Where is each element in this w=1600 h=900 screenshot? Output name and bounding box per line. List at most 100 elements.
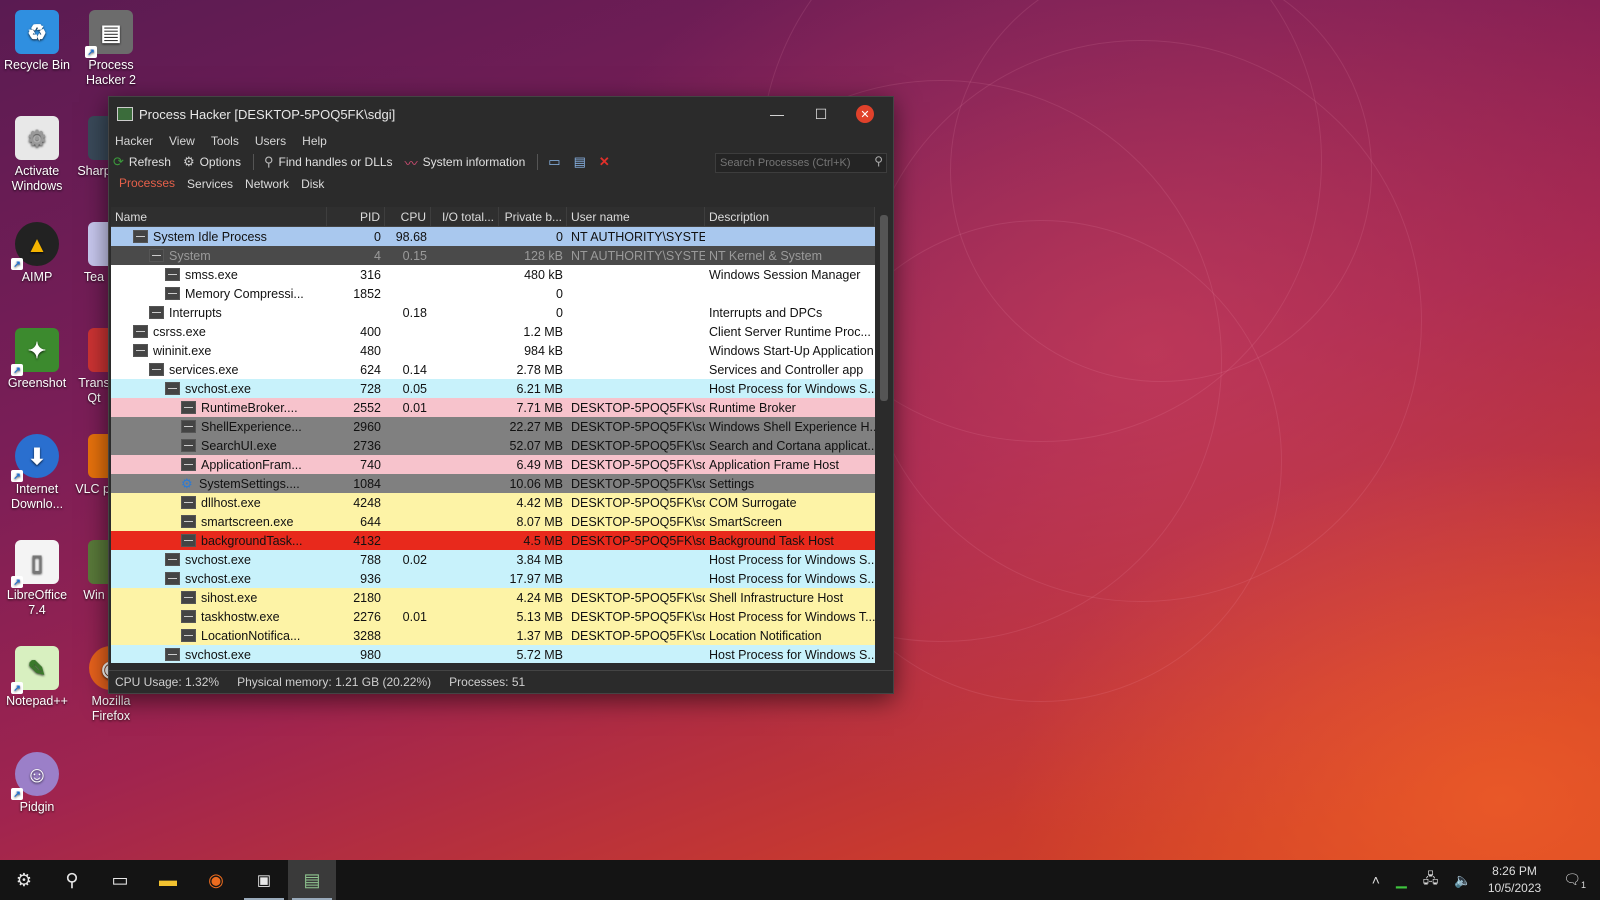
table-row[interactable]: ShellExperience... 2960 22.27 MB DESKTOP-5P… xyxy=(111,417,875,436)
desktop-icon-libreoffice[interactable]: ▯ ↗ LibreOffice 7.4 xyxy=(0,540,74,618)
table-row[interactable]: svchost.exe 980 5.72 MB Host Process for Wi… xyxy=(111,645,875,663)
minimize-button[interactable]: — xyxy=(755,101,799,127)
close-button[interactable]: ✕ xyxy=(843,101,887,127)
table-row[interactable]: backgroundTask... 4132 4.5 MB DESKTOP-5POQ5… xyxy=(111,531,875,550)
process-icon xyxy=(181,515,196,528)
column-description[interactable]: Description xyxy=(705,207,875,226)
cell-name: dllhost.exe xyxy=(111,496,327,510)
find-handles-button[interactable]: ⚲ Find handles or DLLs xyxy=(264,154,393,170)
cell-private-bytes: 128 kB xyxy=(524,248,563,263)
desktop-icon-pidgin[interactable]: ☺ ↗ Pidgin xyxy=(0,752,74,815)
tab-disk[interactable]: Disk xyxy=(295,175,330,195)
cell-pid: 788 xyxy=(360,552,381,567)
cell-cpu: 98.68 xyxy=(395,229,427,244)
process-icon xyxy=(181,610,196,623)
options-button[interactable]: ⚙ Options xyxy=(183,154,241,170)
table-row[interactable]: svchost.exe 936 17.97 MB Host Process for W… xyxy=(111,569,875,588)
clock-date: 10/5/2023 xyxy=(1487,881,1542,895)
taskbar-firefox[interactable]: ◉ xyxy=(192,860,240,900)
desktop-icon-notepadpp[interactable]: ✎ ↗ Notepad++ xyxy=(0,646,74,709)
tab-processes[interactable]: Processes xyxy=(113,174,182,195)
title-bar[interactable]: Process Hacker [DESKTOP-5POQ5FK\sdgi] — … xyxy=(109,97,893,131)
column-private-bytes[interactable]: Private b... xyxy=(499,207,567,226)
table-row[interactable]: Interrupts 0.18 0 Interrupts and DPCs xyxy=(111,303,875,322)
cpu-graph-icon[interactable]: ▁ xyxy=(1396,872,1407,889)
table-row[interactable]: svchost.exe 728 0.05 6.21 MB Host Process fo… xyxy=(111,379,875,398)
search-icon[interactable]: ⚲ xyxy=(874,154,883,168)
task-view-icon: ▭ xyxy=(111,869,129,890)
desktop-icon-process-hacker[interactable]: ▤ ↗ Process Hacker 2 xyxy=(74,10,148,88)
vertical-scrollbar[interactable] xyxy=(877,207,891,663)
menu-help[interactable]: Help xyxy=(302,134,327,148)
process-name: System Idle Process xyxy=(153,229,267,244)
menu-hacker[interactable]: Hacker xyxy=(115,134,153,148)
table-row[interactable]: smartscreen.exe 644 8.07 MB DESKTOP-5POQ5FK… xyxy=(111,512,875,531)
table-row[interactable]: sihost.exe 2180 4.24 MB DESKTOP-5POQ5FK\sd S… xyxy=(111,588,875,607)
desktop-icon-activate[interactable]: ⚙ Activate Windows xyxy=(0,116,74,194)
process-name: smartscreen.exe xyxy=(201,514,294,529)
table-row[interactable]: SearchUI.exe 2736 52.07 MB DESKTOP-5POQ5FK\… xyxy=(111,436,875,455)
start-button[interactable]: ⚙ xyxy=(0,860,48,900)
table-row[interactable]: svchost.exe 788 0.02 3.84 MB Host Process fo… xyxy=(111,550,875,569)
volume-muted-icon[interactable]: 🔈 xyxy=(1454,872,1471,889)
menu-users[interactable]: Users xyxy=(255,134,286,148)
refresh-button[interactable]: ⟳ Refresh xyxy=(113,154,171,170)
search-input[interactable] xyxy=(716,154,864,172)
table-row[interactable]: smss.exe 316 480 kB Windows Session Manager xyxy=(111,265,875,284)
table-row[interactable]: services.exe 624 0.14 2.78 MB Services and C… xyxy=(111,360,875,379)
menu-view[interactable]: View xyxy=(169,134,195,148)
process-icon xyxy=(165,382,180,395)
cell-private-bytes: 17.97 MB xyxy=(509,571,563,586)
table-row[interactable]: System Idle Process 0 98.68 0 NT AUTHORITY\S… xyxy=(111,227,875,246)
process-name: System xyxy=(169,248,211,263)
taskbar-process-hacker[interactable]: ▤ xyxy=(288,860,336,900)
column-user-name[interactable]: User name xyxy=(567,207,705,226)
desktop-icon-recycle-bin[interactable]: ♻ Recycle Bin xyxy=(0,10,74,73)
chevron-up-icon[interactable]: ˄ xyxy=(1372,872,1380,888)
table-row[interactable]: ⚙ SystemSettings.... 1084 10.06 MB DESKTOP-5… xyxy=(111,474,875,493)
system-information-button[interactable]: 〰 System information xyxy=(405,153,526,172)
table-row[interactable]: LocationNotifica... 3288 1.37 MB DESKTOP-5P… xyxy=(111,626,875,645)
cell-pid: 644 xyxy=(360,514,381,529)
column-cpu[interactable]: CPU xyxy=(385,207,431,226)
process-icon xyxy=(181,439,196,452)
column-pid[interactable]: PID xyxy=(327,207,385,226)
desktop-icon-greenshot[interactable]: ✦ ↗ Greenshot xyxy=(0,328,74,391)
taskbar-file-explorer[interactable]: ▬ xyxy=(144,860,192,900)
tab-network[interactable]: Network xyxy=(239,175,295,195)
cell-private-bytes: 0 xyxy=(556,286,563,301)
column-name[interactable]: Name xyxy=(111,207,327,226)
table-row[interactable]: ApplicationFram... 740 6.49 MB DESKTOP-5POQ… xyxy=(111,455,875,474)
table-row[interactable]: wininit.exe 480 984 kB Windows Start-Up App… xyxy=(111,341,875,360)
cell-user: DESKTOP-5POQ5FK\sd xyxy=(571,495,705,510)
desktop-icon-aimp[interactable]: ▲ ↗ AIMP xyxy=(0,222,74,285)
network-icon[interactable]: 🖧 xyxy=(1423,868,1439,892)
window-button[interactable]: ▭ xyxy=(548,154,565,170)
process-name: smss.exe xyxy=(185,267,238,282)
notification-icon[interactable]: 🗨1 xyxy=(1563,871,1586,890)
maximize-button[interactable]: ☐ xyxy=(799,101,843,127)
desktop-icon-idm[interactable]: ⬇ ↗ Internet Downlo... xyxy=(0,434,74,512)
tab-services[interactable]: Services xyxy=(181,175,239,195)
column-io-total[interactable]: I/O total... xyxy=(431,207,499,226)
table-row[interactable]: taskhostw.exe 2276 0.01 5.13 MB DESKTOP-5POQ… xyxy=(111,607,875,626)
clock[interactable]: 8:26 PM 10/5/2023 xyxy=(1488,863,1541,897)
table-row[interactable]: Memory Compressi... 1852 0 xyxy=(111,284,875,303)
task-view-button[interactable]: ▭ xyxy=(96,860,144,900)
menu-tools[interactable]: Tools xyxy=(211,134,239,148)
terminate-button[interactable]: ✕ xyxy=(599,154,615,170)
scrollbar-thumb[interactable] xyxy=(880,215,888,401)
table-row[interactable]: csrss.exe 400 1.2 MB Client Server Runtime … xyxy=(111,322,875,341)
table-row[interactable]: RuntimeBroker.... 2552 0.01 7.71 MB DESKTOP-… xyxy=(111,398,875,417)
cell-private-bytes: 4.5 MB xyxy=(523,533,563,548)
properties-button[interactable]: ▤ xyxy=(574,154,591,170)
table-row[interactable]: System 4 0.15 128 kB NT AUTHORITY\SYSTEM NT K… xyxy=(111,246,875,265)
cell-cpu: 0.15 xyxy=(402,248,427,263)
search-button[interactable]: ⚲ xyxy=(48,860,96,900)
table-row[interactable]: dllhost.exe 4248 4.42 MB DESKTOP-5POQ5FK\sd… xyxy=(111,493,875,512)
process-hacker-icon: ▤ ↗ xyxy=(85,10,133,58)
cell-description: Application Frame Host xyxy=(709,457,839,472)
search-box[interactable]: ⚲ xyxy=(715,153,887,173)
taskbar-terminal[interactable]: ▣ xyxy=(240,860,288,900)
menu-bar: Hacker View Tools Users Help xyxy=(109,131,893,151)
